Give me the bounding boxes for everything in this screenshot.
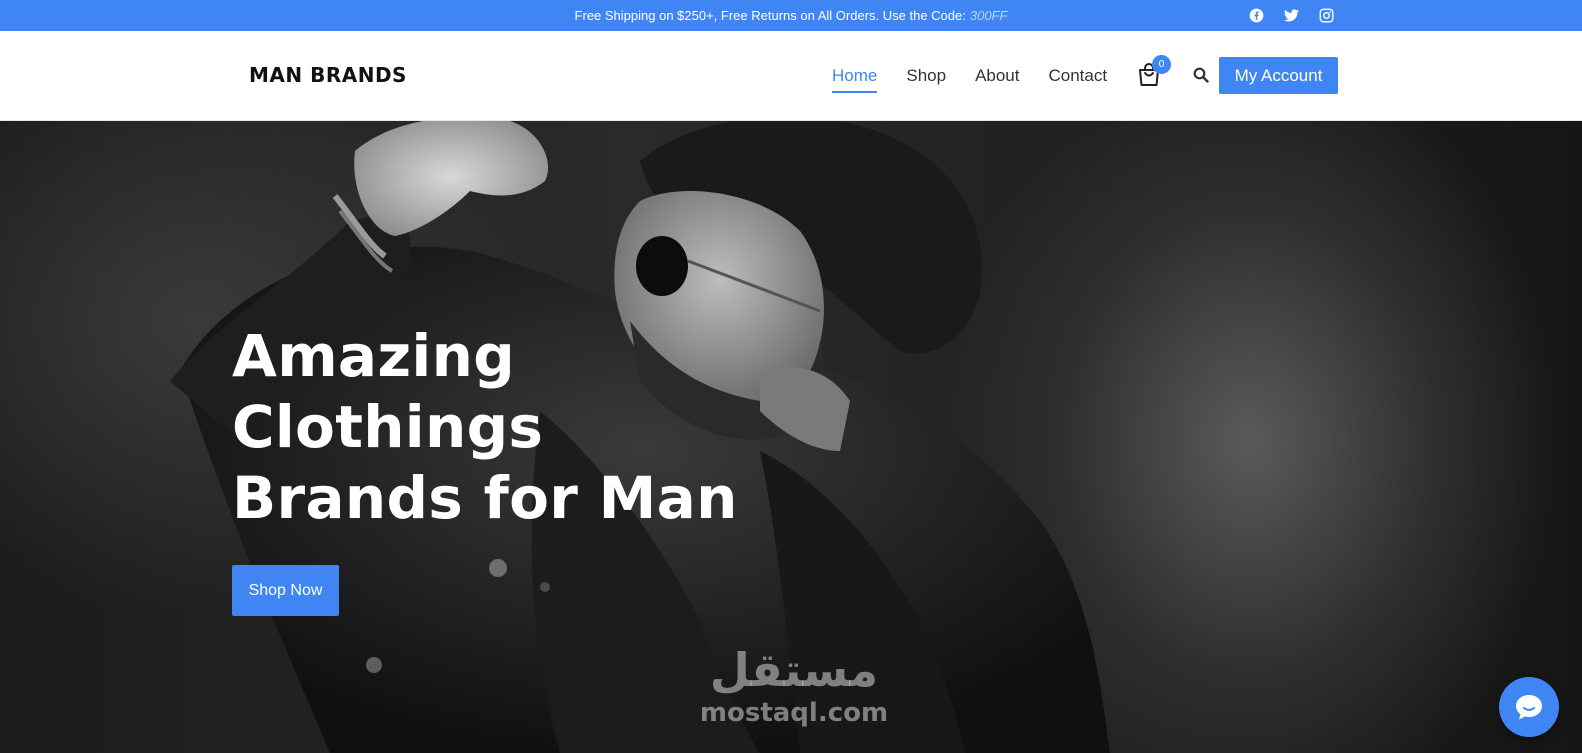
- nav-about[interactable]: About: [975, 62, 1019, 90]
- watermark-latin: mostaql.com: [699, 698, 889, 728]
- watermark-arabic: مستقل: [709, 643, 879, 697]
- social-links: [1248, 0, 1334, 31]
- instagram-icon[interactable]: [1318, 8, 1334, 24]
- shop-now-button[interactable]: Shop Now: [232, 565, 339, 616]
- nav-contact[interactable]: Contact: [1049, 62, 1108, 90]
- announcement-text: Free Shipping on $250+, Free Returns on …: [574, 8, 966, 23]
- chat-bubble-icon: [1516, 695, 1542, 720]
- promo-code: 300FF: [969, 8, 1008, 23]
- site-logo[interactable]: MAN BRANDS: [249, 63, 407, 87]
- announcement-bar: Free Shipping on $250+, Free Returns on …: [0, 0, 1582, 31]
- watermark: مستقل mostaql.com: [694, 641, 894, 727]
- hero-headline: Amazing Clothings Brands for Man: [232, 321, 792, 534]
- main-nav: Home Shop About Contact: [832, 31, 1136, 121]
- cart-count-badge: 0: [1152, 55, 1171, 74]
- nav-shop[interactable]: Shop: [906, 62, 946, 90]
- twitter-icon[interactable]: [1283, 8, 1299, 24]
- hero-banner: Amazing Clothings Brands for Man Shop No…: [0, 121, 1582, 753]
- cart-button[interactable]: 0: [1136, 55, 1171, 90]
- search-icon[interactable]: [1193, 67, 1209, 83]
- site-header: MAN BRANDS Home Shop About Contact 0 My …: [0, 31, 1582, 121]
- hero-headline-line2: Clothings: [232, 393, 544, 461]
- nav-home[interactable]: Home: [832, 62, 878, 93]
- facebook-icon[interactable]: [1248, 8, 1264, 24]
- my-account-button[interactable]: My Account: [1219, 57, 1338, 94]
- hero-headline-line1: Amazing: [232, 322, 516, 390]
- chat-widget-button[interactable]: [1499, 677, 1559, 737]
- hero-headline-line3: Brands for Man: [232, 464, 738, 532]
